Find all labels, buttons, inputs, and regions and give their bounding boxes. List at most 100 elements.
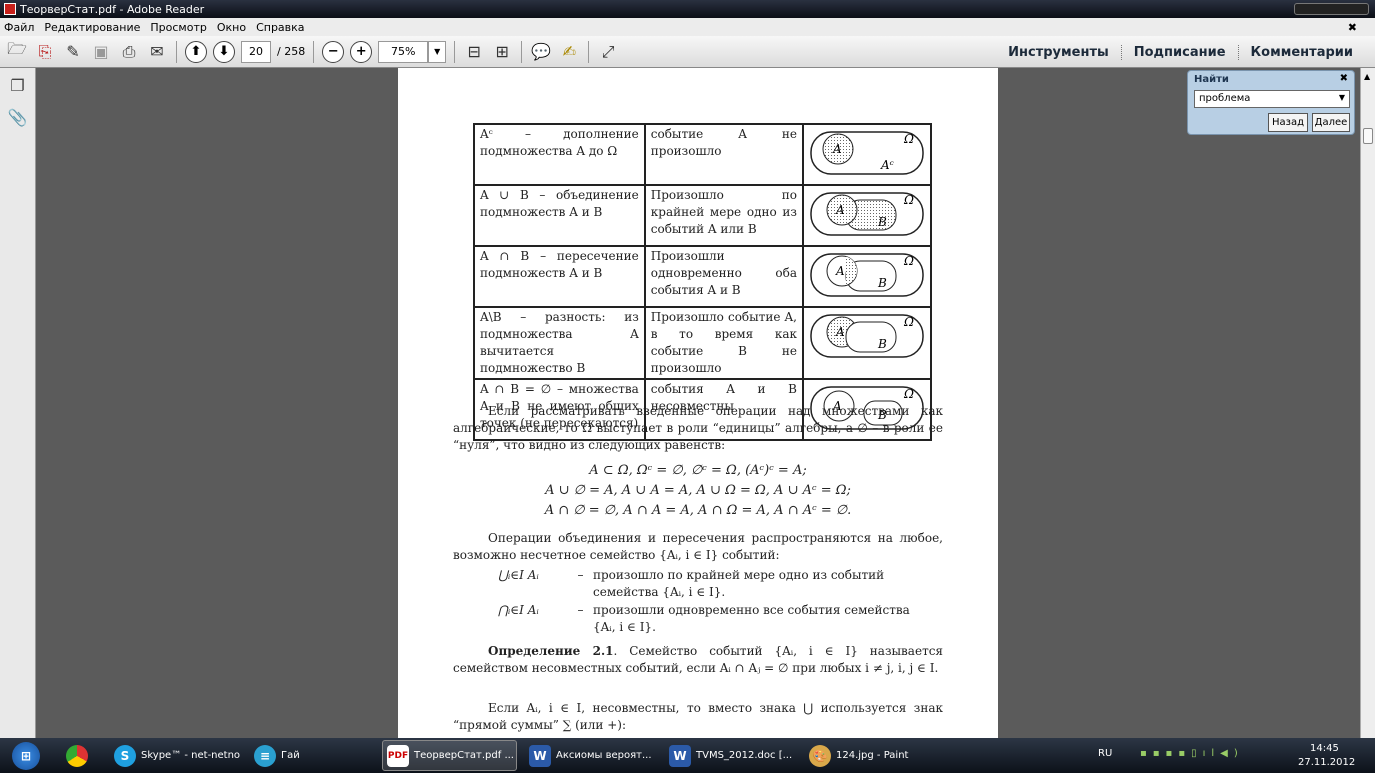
svg-text:A: A <box>835 203 845 217</box>
svg-text:B: B <box>877 276 887 290</box>
dropdown-icon[interactable]: ▼ <box>1339 93 1345 102</box>
pdf-page: Aᶜ – дополнение подмножества A до Ωсобыт… <box>398 68 998 738</box>
event-meaning: Произошло событие A, в то время как собы… <box>643 306 804 380</box>
chrome-icon[interactable] <box>66 744 88 767</box>
highlight-icon[interactable]: ✍ <box>558 41 580 63</box>
find-next-button[interactable]: Далее <box>1312 113 1350 132</box>
scroll-thumb[interactable] <box>1363 128 1373 144</box>
print-icon[interactable]: ⎙ <box>118 41 140 63</box>
table-row: A ∪ B – объединение подмножеств A и B Про… <box>473 184 933 247</box>
definition-item: ⋃ᵢ∈I Aᵢ – произошло по крайней мере одно… <box>498 567 938 601</box>
comment-pane-button[interactable]: Комментарии <box>1237 44 1365 60</box>
paragraph: Если рассматривать введенные операции на… <box>453 404 943 452</box>
union-term: ⋃ᵢ∈I Aᵢ <box>498 568 539 582</box>
menu-file[interactable]: Файл <box>4 21 34 34</box>
task-label: TVMS_2012.doc [... <box>696 750 793 761</box>
task-panes: Инструменты Подписание Комментарии <box>996 36 1365 68</box>
taskbar-skype[interactable]: S Skype™ - net-netno <box>110 740 245 771</box>
dash: – <box>577 603 584 617</box>
set-notation: A\B – разность: из подмножества A вычита… <box>473 306 646 380</box>
word-icon: W <box>529 744 551 767</box>
save-icon[interactable]: ▣ <box>90 41 112 63</box>
chat-icon: ≡ <box>254 744 276 767</box>
task-label: 124.jpg - Paint <box>836 750 909 761</box>
attachments-icon[interactable]: 📎 <box>8 108 28 132</box>
sign-pane-button[interactable]: Подписание <box>1120 44 1238 60</box>
set-notation: A ∪ B – объединение подмножеств A и B <box>473 184 646 247</box>
comment-icon[interactable]: 💬 <box>530 41 552 63</box>
toolbar: 🗁 ⎘ ✎ ▣ ⎙ ✉ ⬆ ⬇ 20 / 258 − + 75% ▼ ⊟ ⊞ 💬… <box>0 36 1375 68</box>
taskbar-word1[interactable]: W Аксиомы вероят... <box>525 740 660 771</box>
svg-text:Ω: Ω <box>903 387 914 401</box>
page-number-input[interactable]: 20 <box>241 40 271 63</box>
event-meaning: Произошли одновременно оба события A и B <box>643 245 804 308</box>
tray-icons[interactable]: ▪▪▪▪▯ıl◀) <box>1140 748 1244 759</box>
table-row: A ∩ B – пересечение подмножеств A и B Про… <box>473 245 933 308</box>
next-page-button[interactable]: ⬇ <box>213 40 235 63</box>
find-input[interactable]: проблема ▼ <box>1194 90 1350 108</box>
zoom-out-button[interactable]: − <box>322 40 345 63</box>
venn-diagram: A Ω Aᶜ <box>801 123 933 186</box>
create-pdf-icon[interactable]: ⎘ <box>34 41 56 63</box>
language-indicator[interactable]: RU <box>1098 748 1112 759</box>
clock-date[interactable]: 27.11.2012 <box>1298 757 1355 768</box>
title-bar: ТеорверСтат.pdf - Adobe Reader <box>0 0 1375 18</box>
svg-text:A: A <box>835 264 845 278</box>
vertical-scrollbar[interactable]: ▲ <box>1360 68 1375 738</box>
scroll-up-icon[interactable]: ▲ <box>1364 72 1370 81</box>
venn-diagram: A B Ω <box>801 184 933 247</box>
divider <box>176 40 177 63</box>
menu-view[interactable]: Просмотр <box>150 21 206 34</box>
paragraph: Операции объединения и пересечения распр… <box>453 531 943 562</box>
prev-page-button[interactable]: ⬆ <box>185 40 207 63</box>
svg-text:B: B <box>877 215 887 229</box>
fit-page-icon[interactable]: ⊟ <box>463 41 485 63</box>
table-row: A\B – разность: из подмножества A вычита… <box>473 306 933 380</box>
zoom-dropdown-icon[interactable]: ▼ <box>428 40 447 63</box>
open-icon[interactable]: 🗁 <box>6 39 28 63</box>
edit-icon[interactable]: ✎ <box>62 41 84 63</box>
tools-pane-button[interactable]: Инструменты <box>996 45 1121 60</box>
start-button[interactable]: ⊞ <box>12 741 40 770</box>
equation-line: A ∩ ∅ = ∅, A ∩ A = A, A ∩ Ω = A, A ∩ Aᶜ … <box>544 503 852 518</box>
close-icon[interactable]: ✖ <box>1340 73 1348 84</box>
email-icon[interactable]: ✉ <box>146 41 168 63</box>
skype-icon: S <box>114 744 136 767</box>
menu-edit[interactable]: Редактирование <box>44 21 140 34</box>
event-meaning: событие A не произошло <box>643 123 804 186</box>
taskbar-gai[interactable]: ≡ Гай <box>250 740 370 771</box>
page-total: / 258 <box>277 45 306 58</box>
divider <box>588 40 590 63</box>
pages-icon[interactable]: ❐ <box>8 76 28 100</box>
taskbar-reader[interactable]: PDF ТеорверСтат.pdf ... <box>382 740 517 771</box>
window-controls[interactable] <box>1294 3 1369 15</box>
clock-time[interactable]: 14:45 <box>1310 743 1339 754</box>
divider <box>313 40 315 63</box>
navigation-pane: ❐ 📎 <box>0 68 36 738</box>
close-doc-icon[interactable]: ✖ <box>1348 21 1357 34</box>
dash: – <box>577 568 584 582</box>
zoom-input[interactable]: 75% <box>378 40 429 63</box>
zoom-in-button[interactable]: + <box>350 40 373 63</box>
set-notation: A ∩ B – пересечение подмножеств A и B <box>473 245 646 308</box>
word-icon: W <box>669 744 691 767</box>
taskbar-paint[interactable]: 🎨 124.jpg - Paint <box>805 740 940 771</box>
menu-help[interactable]: Справка <box>256 21 304 34</box>
definition-item: ⋂ᵢ∈I Aᵢ – произошли одновременно все соб… <box>498 602 938 636</box>
find-back-button[interactable]: Назад <box>1268 113 1308 132</box>
definition-heading: Определение 2.1 <box>488 644 614 658</box>
table-row: Aᶜ – дополнение подмножества A до Ωсобыт… <box>473 123 933 186</box>
set-operations-table: Aᶜ – дополнение подмножества A до Ωсобыт… <box>473 123 933 441</box>
svg-text:B: B <box>877 337 887 351</box>
svg-text:Ω: Ω <box>903 254 914 268</box>
task-label: Гай <box>281 750 300 761</box>
taskbar: ⊞ S Skype™ - net-netno ≡ Гай PDF ТеорверСта… <box>0 738 1375 773</box>
taskbar-word2[interactable]: W TVMS_2012.doc [... <box>665 740 800 771</box>
divider <box>521 40 523 63</box>
svg-text:Ω: Ω <box>903 315 914 329</box>
pdf-icon: PDF <box>387 744 409 767</box>
venn-label-Ac: Aᶜ <box>880 158 894 172</box>
fit-width-icon[interactable]: ⊞ <box>491 41 513 63</box>
fullscreen-icon[interactable]: ⤢ <box>597 41 619 63</box>
menu-window[interactable]: Окно <box>217 21 246 34</box>
